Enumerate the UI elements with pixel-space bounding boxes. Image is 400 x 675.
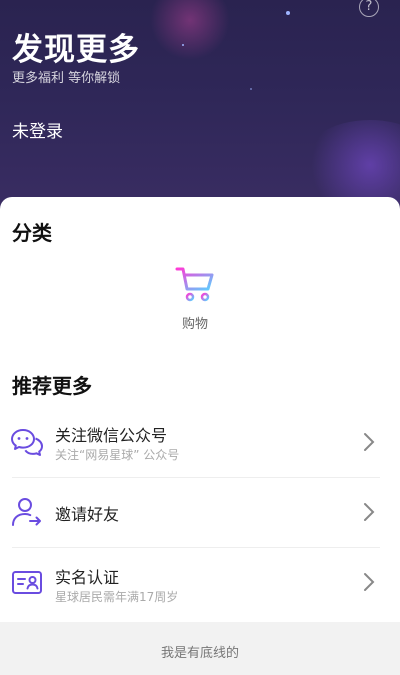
category-label: 购物: [181, 317, 208, 332]
invite-user-icon: [12, 498, 41, 526]
list-item-title: 邀请好友: [55, 505, 120, 524]
star-decoration: [250, 88, 252, 90]
star-decoration: [182, 44, 184, 46]
list-item-invite[interactable]: 邀请好友: [0, 478, 400, 548]
recommend-title: 推荐更多: [12, 374, 92, 398]
page-title: 发现更多: [12, 32, 140, 68]
footer-end-text: 我是有底线的: [0, 622, 400, 675]
chevron-right-icon: [364, 573, 375, 591]
list-item-subtitle: 关注“网易星球” 公众号: [55, 448, 180, 462]
chevron-right-icon: [364, 503, 375, 521]
chevron-right-icon: [364, 433, 375, 451]
category-shopping[interactable]: 购物: [165, 265, 225, 332]
list-item-verify[interactable]: 实名认证 星球居民需年满17周岁: [0, 548, 400, 618]
help-icon[interactable]: ?: [359, 0, 379, 17]
wechat-icon: [11, 429, 43, 456]
cart-icon: [175, 267, 214, 302]
list-item-title: 关注微信公众号: [55, 426, 168, 445]
list-item-wechat[interactable]: 关注微信公众号 关注“网易星球” 公众号: [0, 408, 400, 478]
hero-banner: ? 发现更多 更多福利 等你解锁 未登录: [0, 0, 400, 215]
page-subtitle: 更多福利 等你解锁: [12, 71, 121, 86]
hero-glow: [150, 0, 230, 60]
categories-title: 分类: [12, 221, 52, 245]
star-decoration: [286, 11, 290, 15]
login-status[interactable]: 未登录: [12, 117, 63, 142]
list-item-title: 实名认证: [55, 568, 120, 587]
id-card-icon: [12, 571, 42, 594]
list-item-subtitle: 星球居民需年满17周岁: [55, 590, 179, 604]
content-sheet: 分类 购物 推荐更多 关注微信公众号 关注“网易星球” 公众号 邀请好友 实名认…: [0, 197, 400, 622]
